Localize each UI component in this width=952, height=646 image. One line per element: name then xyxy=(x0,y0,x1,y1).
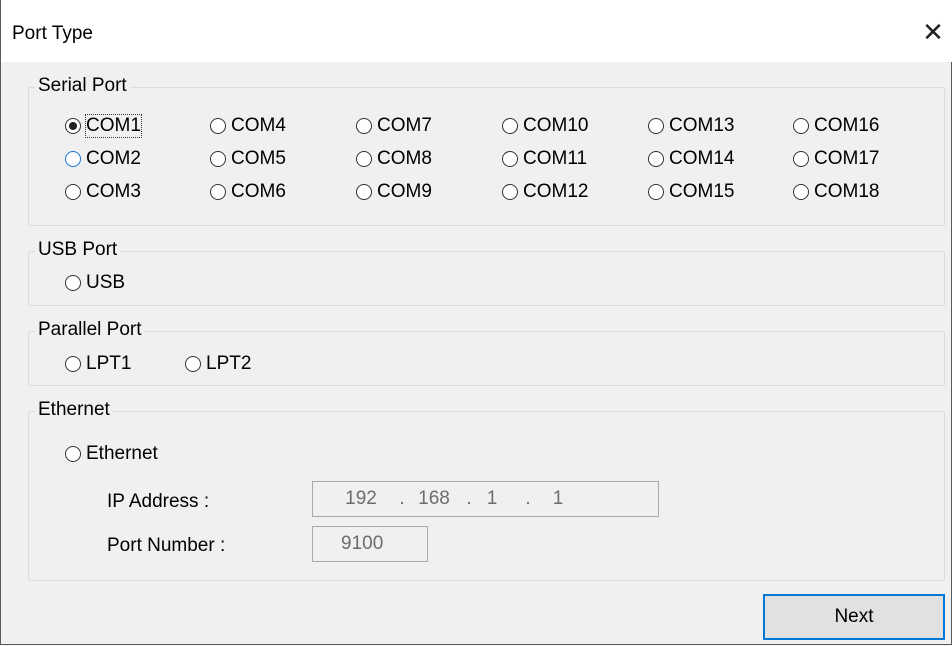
radio-circle xyxy=(65,275,81,291)
ethernet-legend: Ethernet xyxy=(35,399,113,421)
radio-com3[interactable]: COM3 xyxy=(65,180,141,204)
parallel-port-legend: Parallel Port xyxy=(35,319,145,341)
radio-com12[interactable]: COM12 xyxy=(502,180,588,204)
radio-circle xyxy=(793,151,809,167)
radio-circle xyxy=(356,118,372,134)
radio-circle xyxy=(793,118,809,134)
ip-octet-3: 1 xyxy=(486,488,498,509)
close-icon[interactable]: ✕ xyxy=(919,18,947,46)
radio-circle xyxy=(356,184,372,200)
radio-circle xyxy=(210,184,226,200)
window-title: Port Type xyxy=(12,23,93,44)
radio-label: COM14 xyxy=(669,148,735,169)
radio-label: COM6 xyxy=(231,181,286,202)
radio-label: Ethernet xyxy=(86,443,158,464)
radio-com2[interactable]: COM2 xyxy=(65,147,141,171)
ip-address-label: IP Address : xyxy=(107,491,210,512)
ip-dot: . xyxy=(466,488,472,509)
radio-label: COM5 xyxy=(231,148,286,169)
radio-com8[interactable]: COM8 xyxy=(356,147,432,171)
next-button[interactable]: Next xyxy=(763,594,945,640)
radio-label: COM9 xyxy=(377,181,432,202)
port-number-label: Port Number : xyxy=(107,535,226,556)
radio-com17[interactable]: COM17 xyxy=(793,147,879,171)
radio-circle xyxy=(648,118,664,134)
radio-com15[interactable]: COM15 xyxy=(648,180,734,204)
radio-label: COM16 xyxy=(814,115,880,136)
usb-port-legend: USB Port xyxy=(35,239,121,261)
radio-circle xyxy=(648,151,664,167)
radio-circle xyxy=(793,184,809,200)
radio-usb[interactable]: USB xyxy=(65,271,125,295)
radio-circle xyxy=(185,356,201,372)
radio-label: COM17 xyxy=(814,148,880,169)
radio-lpt2[interactable]: LPT2 xyxy=(185,352,251,376)
ip-address-field[interactable]: 192 . 168 . 1 . 1 xyxy=(312,481,659,517)
radio-label: LPT1 xyxy=(86,353,132,374)
radio-circle xyxy=(356,151,372,167)
radio-circle xyxy=(65,118,81,134)
radio-circle xyxy=(210,118,226,134)
radio-com1[interactable]: COM1 xyxy=(65,114,142,138)
radio-com6[interactable]: COM6 xyxy=(210,180,286,204)
radio-label: COM1 xyxy=(85,114,142,138)
radio-lpt1[interactable]: LPT1 xyxy=(65,352,131,376)
radio-com10[interactable]: COM10 xyxy=(502,114,588,138)
radio-circle xyxy=(502,184,518,200)
port-number-field[interactable]: 9100 xyxy=(312,526,428,562)
radio-circle xyxy=(502,151,518,167)
radio-com9[interactable]: COM9 xyxy=(356,180,432,204)
radio-label: COM15 xyxy=(669,181,735,202)
title-bar: Port Type ✕ xyxy=(1,0,952,62)
port-number-value: 9100 xyxy=(341,533,384,554)
ip-octet-2: 168 xyxy=(418,488,450,509)
radio-circle xyxy=(210,151,226,167)
radio-label: USB xyxy=(86,272,126,293)
radio-circle xyxy=(65,356,81,372)
radio-com4[interactable]: COM4 xyxy=(210,114,286,138)
usb-port-group: USB Port xyxy=(28,239,945,306)
serial-port-legend: Serial Port xyxy=(35,75,130,97)
radio-com14[interactable]: COM14 xyxy=(648,147,734,171)
radio-label: COM8 xyxy=(377,148,432,169)
radio-com7[interactable]: COM7 xyxy=(356,114,432,138)
ip-dot: . xyxy=(525,488,531,509)
radio-label: COM3 xyxy=(86,181,141,202)
radio-com13[interactable]: COM13 xyxy=(648,114,734,138)
radio-label: COM11 xyxy=(523,148,588,169)
radio-circle xyxy=(65,151,81,167)
radio-circle xyxy=(502,118,518,134)
radio-label: COM13 xyxy=(669,115,735,136)
radio-circle xyxy=(648,184,664,200)
radio-label: COM4 xyxy=(231,115,286,136)
parallel-port-group: Parallel Port xyxy=(28,319,945,386)
radio-label: COM18 xyxy=(814,181,880,202)
radio-label: COM10 xyxy=(523,115,589,136)
radio-label: LPT2 xyxy=(206,353,252,374)
radio-com11[interactable]: COM11 xyxy=(502,147,587,171)
radio-circle xyxy=(65,446,81,462)
radio-circle xyxy=(65,184,81,200)
ip-octet-1: 192 xyxy=(345,488,377,509)
radio-com5[interactable]: COM5 xyxy=(210,147,286,171)
port-type-dialog: Port Type ✕ Serial Port COM1 COM4 COM7 COM1… xyxy=(0,0,952,645)
ip-octet-4: 1 xyxy=(552,488,564,509)
ip-dot: . xyxy=(399,488,405,509)
radio-ethernet[interactable]: Ethernet xyxy=(65,442,158,466)
radio-label: COM2 xyxy=(86,148,141,169)
radio-label: COM7 xyxy=(377,115,432,136)
radio-com16[interactable]: COM16 xyxy=(793,114,879,138)
radio-label: COM12 xyxy=(523,181,589,202)
radio-com18[interactable]: COM18 xyxy=(793,180,879,204)
